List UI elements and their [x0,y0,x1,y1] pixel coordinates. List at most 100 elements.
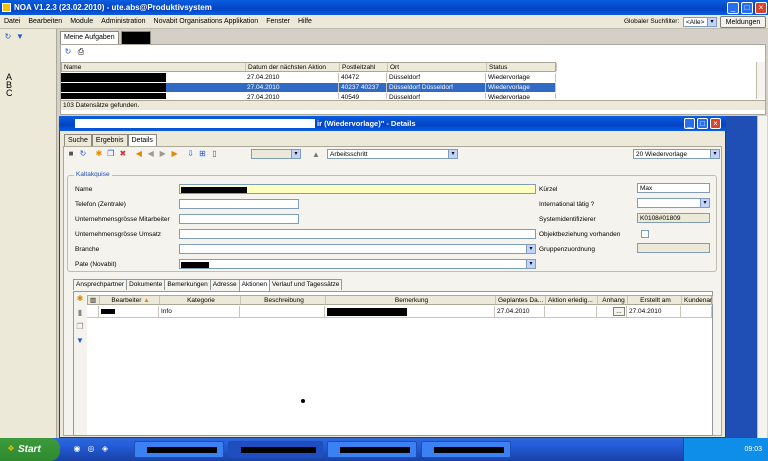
dialog-maximize-button[interactable]: □ [697,118,708,129]
tree-icon[interactable]: ⊞ [198,149,208,159]
tab-adresse[interactable]: Adresse [209,279,240,290]
telefon-field[interactable] [179,199,299,209]
save-icon[interactable]: ■ [66,149,76,159]
umsatz-field[interactable] [179,229,536,239]
record-select[interactable]: ▾ [251,149,301,159]
table-row[interactable]: 27.04.2010 40472 Düsseldorf Wiedervorlag… [61,73,556,82]
cell-ort: Düsseldorf [387,73,486,82]
column-chooser-icon[interactable]: ▥ [88,296,100,304]
filter-icon[interactable]: ▼ [15,32,25,42]
dialog-close-button[interactable]: × [710,118,721,129]
filter-icon[interactable]: ▼ [75,336,85,346]
quicklaunch-icon[interactable]: ◉ [72,444,82,454]
minimize-button[interactable]: _ [727,2,739,14]
prev-icon[interactable]: ◀ [146,149,156,159]
refresh-icon[interactable]: ↻ [3,32,13,42]
wiedervorlage-select[interactable]: 20 Wiedervorlage ▾ [633,149,720,159]
chevron-down-icon: ▾ [291,150,300,158]
tab-redacted[interactable] [120,31,151,44]
delete-icon[interactable]: ✖ [118,149,128,159]
tasks-scrollbar[interactable] [756,62,765,99]
import-icon[interactable]: ⇩ [186,149,196,159]
international-select[interactable]: ▾ [637,198,710,208]
print-icon[interactable]: ⎙ [76,47,86,57]
tab-ansprechpartner[interactable]: Ansprechpartner [73,279,128,290]
first-icon[interactable]: ◀ [134,149,144,159]
mitarbeiter-label: Unternehmensgrösse Mitarbeiter [75,216,170,223]
col-kundenan[interactable]: Kundenan [682,296,713,304]
dialog-minimize-button[interactable]: _ [684,118,695,129]
new-icon[interactable]: ✱ [94,149,104,159]
col-erstellt[interactable]: Erstellt am [628,296,682,304]
col-beschreibung[interactable]: Beschreibung [241,296,326,304]
sysid-label: Systemidentifizierer [539,216,596,223]
col-kategorie[interactable]: Kategorie [160,296,241,304]
cell-datum: 27.04.2010 [245,73,339,82]
taskbar-item[interactable] [134,441,224,458]
maximize-button[interactable]: □ [741,2,753,14]
pate-select[interactable]: ▾ [179,259,536,269]
menu-fenster[interactable]: Fenster [262,15,294,29]
tab-aktionen[interactable]: Aktionen [238,279,270,291]
close-button[interactable]: × [755,2,767,14]
attach-button[interactable]: ... [613,307,625,316]
next-icon[interactable]: ▶ [158,149,168,159]
col-bemerkung[interactable]: Bemerkung [326,296,496,304]
refresh-icon[interactable]: ↻ [78,149,88,159]
cell-geplant: 27.04.2010 [495,306,545,317]
branche-label: Branche [75,246,100,253]
column-icon[interactable]: ▯ [209,149,219,159]
col-ort[interactable]: Ort [388,63,487,71]
quicklaunch-icon[interactable]: ◈ [100,444,110,454]
table-row[interactable]: Info 27.04.2010 ... 27.04.2010 [87,306,712,318]
name-field[interactable] [179,184,536,194]
table-row[interactable]: 27.04.2010 40549 Düsseldorf Wiedervorlag… [61,93,556,99]
objekt-checkbox[interactable] [641,230,649,238]
window-title: NOA V1.2.3 (23.02.2010) - ute.abs@Produk… [0,0,768,15]
col-anhang[interactable]: Anhang [598,296,628,304]
arbeitsschritt-select[interactable]: Arbeitsschritt ▾ [327,149,458,159]
branche-select[interactable]: ▾ [179,244,536,254]
col-bearbeiter[interactable]: Bearbeiter ▲ [100,296,160,304]
menu-noa[interactable]: Novabit Organisations Applikation [150,15,263,29]
lock-icon[interactable]: ▲ [311,150,321,160]
menu-module[interactable]: Module [66,15,97,29]
menu-bearbeiten[interactable]: Bearbeiten [24,15,66,29]
tab-bemerkungen[interactable]: Bemerkungen [164,279,211,290]
taskbar-item[interactable] [327,441,417,458]
col-bearbeiter-label: Bearbeiter [111,297,142,304]
cell-erledigt [545,306,597,317]
tasks-grid-header: Name Datum der nächsten Aktion Postleitz… [61,62,557,72]
tab-dokumente[interactable]: Dokumente [126,279,166,290]
refresh-icon[interactable]: ↻ [63,47,73,57]
col-datum[interactable]: Datum der nächsten Aktion [246,63,340,71]
meldungen-button[interactable]: Meldungen [720,16,766,28]
taskbar-item[interactable] [421,441,511,458]
col-geplant[interactable]: Geplantes Da... [496,296,546,304]
add-icon[interactable]: ✱ [75,294,85,304]
copy-icon[interactable]: ❐ [75,322,85,332]
kuerzel-field[interactable]: Max [637,183,710,193]
taskbar-item[interactable] [228,441,323,458]
col-erledigt[interactable]: Aktion erledig... [546,296,598,304]
table-row[interactable]: 27.04.2010 40237 40237 Düsseldorf Düssel… [61,83,556,92]
cell-ort: Düsseldorf [387,93,486,99]
quicklaunch-icon[interactable]: ◎ [86,444,96,454]
kaltakquise-title: Kaltakquise [74,171,112,178]
col-status[interactable]: Status [487,63,557,71]
menu-datei[interactable]: Datei [0,15,24,29]
col-name[interactable]: Name [62,63,246,71]
last-icon[interactable]: ▶ [170,149,180,159]
menu-hilfe[interactable]: Hilfe [294,15,316,29]
global-search-value: <Alle> [686,19,705,26]
global-search-select[interactable]: <Alle> ▾ [683,17,717,27]
main-scrollbar[interactable] [757,116,767,438]
cell-plz: 40549 [339,93,387,99]
mitarbeiter-field[interactable] [179,214,299,224]
tab-meine-aufgaben[interactable]: Meine Aufgaben [60,31,119,44]
copy-icon[interactable]: ❐ [106,149,116,159]
tab-verlauf[interactable]: Verlauf und Tagessätze [268,279,343,290]
col-plz[interactable]: Postleitzahl [340,63,388,71]
menu-administration[interactable]: Administration [97,15,149,29]
trash-icon[interactable]: ▮ [75,308,85,318]
